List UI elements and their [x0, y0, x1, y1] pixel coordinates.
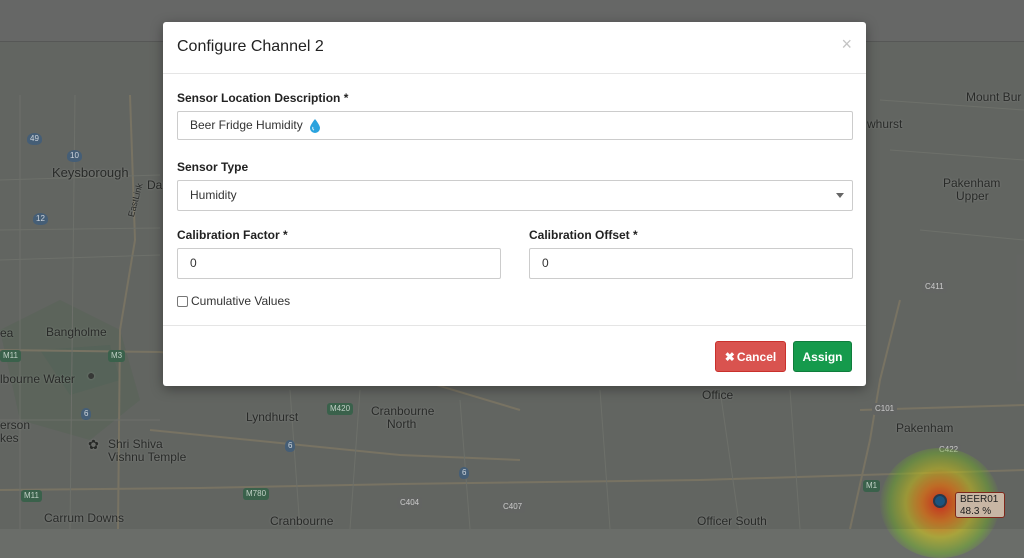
cumulative-values-label[interactable]: Cumulative Values [191, 294, 290, 308]
configure-channel-modal: Configure Channel 2 × Sensor Location De… [163, 22, 866, 386]
sensor-type-selected: Humidity [190, 188, 237, 202]
modal-header: Configure Channel 2 × [163, 22, 866, 74]
calibration-offset-input[interactable]: 0 [529, 248, 853, 279]
sensor-type-select[interactable]: Humidity [177, 180, 853, 211]
modal-body: Sensor Location Description * Beer Fridg… [163, 74, 866, 326]
cumulative-values-checkbox[interactable] [177, 295, 188, 307]
cancel-button[interactable]: ✖ Cancel [715, 341, 786, 372]
water-drop-icon [310, 118, 321, 133]
assign-button[interactable]: Assign [793, 341, 852, 372]
cumulative-values-row[interactable]: Cumulative Values [177, 294, 290, 308]
caret-down-icon [836, 193, 844, 198]
cancel-button-label: Cancel [736, 350, 777, 364]
calibration-offset-value: 0 [542, 256, 549, 270]
modal-footer: ✖ Cancel Assign [163, 325, 866, 387]
times-icon: ✖ [724, 350, 735, 364]
location-description-value: Beer Fridge Humidity [190, 118, 303, 132]
calibration-factor-label: Calibration Factor * [177, 228, 288, 242]
calibration-offset-label: Calibration Offset * [529, 228, 638, 242]
location-description-input[interactable]: Beer Fridge Humidity [177, 111, 853, 140]
location-description-label: Sensor Location Description * [177, 91, 349, 105]
calibration-factor-input[interactable]: 0 [177, 248, 501, 279]
calibration-factor-value: 0 [190, 256, 197, 270]
modal-title: Configure Channel 2 [177, 38, 324, 55]
sensor-type-label: Sensor Type [177, 160, 249, 174]
close-icon[interactable]: × [841, 34, 852, 55]
